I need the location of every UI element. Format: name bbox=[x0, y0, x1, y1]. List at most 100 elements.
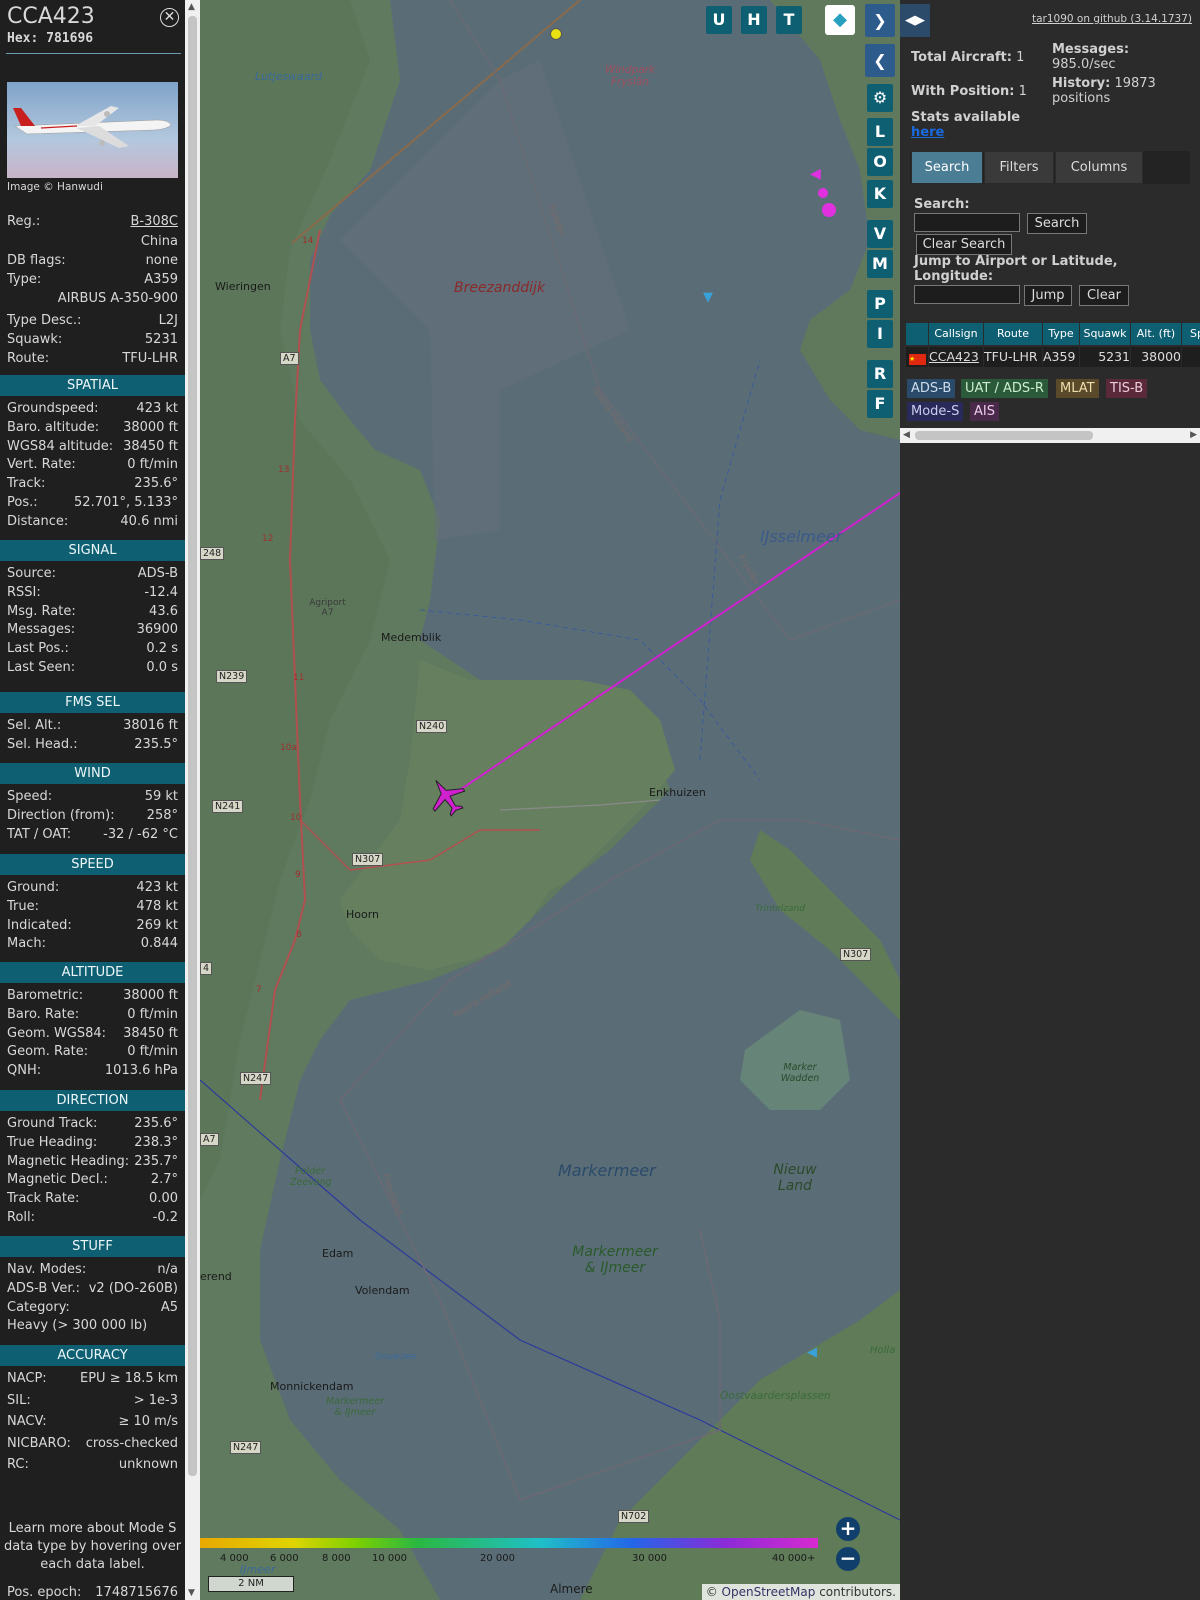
clear-button[interactable]: Clear bbox=[1079, 285, 1129, 306]
speed-row-true: True: 478 kt bbox=[7, 899, 178, 917]
section-header-altitude[interactable]: ALTITUDE bbox=[0, 962, 185, 983]
scrollbar-thumb[interactable] bbox=[915, 431, 1093, 440]
map-button-i[interactable]: I bbox=[867, 320, 893, 348]
section-header-spatial[interactable]: SPATIAL bbox=[0, 375, 185, 396]
pos-epoch-value: 1748715676 bbox=[95, 1585, 178, 1600]
detail-label: Type: bbox=[7, 272, 42, 287]
table-horizontal-scrollbar[interactable]: ◀ ▶ bbox=[900, 428, 1200, 443]
tab-search[interactable]: Search bbox=[911, 151, 983, 184]
field-value: v2 (DO-260B) bbox=[88, 1281, 178, 1296]
fms-row-sel-alt: Sel. Alt.: 38016 ft bbox=[7, 718, 178, 736]
column-header-route[interactable]: Route bbox=[984, 323, 1043, 345]
total-aircraft-value: 1 bbox=[1016, 50, 1025, 65]
map-button-h[interactable]: H bbox=[741, 6, 767, 34]
field-value: 40.6 nmi bbox=[120, 514, 178, 529]
map-button-u[interactable]: U bbox=[706, 6, 732, 34]
aircraft-marker-cca423[interactable] bbox=[425, 775, 469, 823]
aircraft-marker-magenta-2[interactable] bbox=[818, 188, 828, 198]
section-header-stuff[interactable]: STUFF bbox=[0, 1236, 185, 1257]
scroll-right-arrow-icon[interactable]: ▶ bbox=[1190, 430, 1197, 440]
field-value: 1013.6 hPa bbox=[104, 1063, 178, 1078]
scroll-down-arrow-icon[interactable]: ▼ bbox=[188, 1588, 195, 1598]
map-label-markermeer: Markermeer bbox=[558, 1161, 656, 1180]
registration-link[interactable]: B-308C bbox=[131, 214, 179, 232]
km-marker-7: 7 bbox=[256, 985, 262, 995]
layers-icon[interactable]: ◆ bbox=[825, 5, 855, 35]
aircraft-marker-magenta-3[interactable] bbox=[822, 203, 836, 217]
section-header-accuracy[interactable]: ACCURACY bbox=[0, 1345, 185, 1366]
map-label-almere: Almere bbox=[550, 1582, 593, 1596]
aircraft-marker-magenta[interactable]: ◀ bbox=[810, 166, 821, 182]
detail-label: Route: bbox=[7, 351, 50, 366]
expand-panel-button[interactable]: ❯ bbox=[865, 4, 895, 37]
map-button-k[interactable]: K bbox=[867, 180, 893, 208]
aircraft-photo[interactable] bbox=[7, 82, 178, 178]
section-header-wind[interactable]: WIND bbox=[0, 763, 185, 784]
map-button-l[interactable]: L bbox=[867, 118, 893, 146]
column-header-type[interactable]: Type bbox=[1043, 323, 1080, 345]
jump-input[interactable] bbox=[914, 285, 1020, 304]
toggle-sidebar-icon[interactable]: ◀▶ bbox=[900, 4, 930, 37]
column-header-callsign[interactable]: Callsign bbox=[929, 323, 984, 345]
aircraft-marker-blue-2[interactable]: ◀ bbox=[807, 1345, 817, 1360]
section-header-fms[interactable]: FMS SEL bbox=[0, 692, 185, 713]
tab-filters[interactable]: Filters bbox=[984, 151, 1054, 184]
map-button-v[interactable]: V bbox=[867, 220, 893, 248]
zoom-in-button[interactable]: + bbox=[836, 1517, 860, 1541]
field-label: WGS84 altitude: bbox=[7, 439, 114, 454]
aircraft-marker-blue[interactable]: ▼ bbox=[703, 290, 713, 305]
field-value: 235.6° bbox=[134, 476, 178, 491]
scrollbar-thumb[interactable] bbox=[188, 16, 197, 1476]
scroll-up-arrow-icon[interactable]: ▲ bbox=[188, 2, 195, 12]
map-button-o[interactable]: O bbox=[867, 148, 893, 176]
map-button-f[interactable]: F bbox=[867, 390, 893, 418]
clear-search-button[interactable]: Clear Search bbox=[916, 234, 1012, 255]
field-label: Category: bbox=[7, 1300, 70, 1315]
field-value: -0.2 bbox=[152, 1210, 178, 1225]
tab-columns[interactable]: Columns bbox=[1055, 151, 1143, 184]
stuff-row-category: Category: A5 bbox=[7, 1300, 178, 1318]
stats-link[interactable]: here bbox=[911, 125, 944, 140]
close-icon[interactable]: ✕ bbox=[160, 8, 179, 27]
altitude-legend-label: 8 000 bbox=[322, 1553, 351, 1564]
collapse-panel-button[interactable]: ❮ bbox=[865, 44, 895, 77]
map-label-erend: erend bbox=[200, 1270, 232, 1283]
scroll-left-arrow-icon[interactable]: ◀ bbox=[903, 430, 910, 440]
field-value: ADS-B bbox=[137, 566, 178, 581]
gear-icon[interactable]: ⚙ bbox=[867, 84, 893, 112]
map-button-m[interactable]: M bbox=[867, 250, 893, 278]
column-header-squawk[interactable]: Squawk bbox=[1080, 323, 1131, 345]
search-button[interactable]: Search bbox=[1027, 213, 1087, 234]
column-header-flag[interactable] bbox=[906, 323, 929, 345]
total-aircraft-label: Total Aircraft: bbox=[911, 50, 1012, 65]
road-shield-n239: N239 bbox=[216, 670, 248, 683]
map-label-volendam: Volendam bbox=[355, 1284, 410, 1297]
aircraft-marker-yellow[interactable] bbox=[550, 28, 562, 40]
openstreetmap-link[interactable]: OpenStreetMap bbox=[722, 1585, 816, 1599]
road-shield-4: 4 bbox=[200, 962, 213, 975]
section-header-direction[interactable]: DIRECTION bbox=[0, 1090, 185, 1111]
zoom-out-button[interactable]: − bbox=[836, 1547, 860, 1571]
section-header-signal[interactable]: SIGNAL bbox=[0, 540, 185, 561]
accuracy-row-nacv: NACV: ≥ 10 m/s bbox=[7, 1414, 178, 1432]
map-button-t[interactable]: T bbox=[776, 6, 802, 34]
github-link[interactable]: tar1090 on github (3.14.1737) bbox=[1032, 13, 1192, 25]
signal-row-last-pos: Last Pos.: 0.2 s bbox=[7, 641, 178, 659]
jump-button[interactable]: Jump bbox=[1024, 285, 1072, 306]
column-header-speed[interactable]: Sp bbox=[1182, 323, 1200, 345]
field-value: -12.4 bbox=[144, 585, 178, 600]
search-input[interactable] bbox=[914, 213, 1020, 232]
map[interactable]: Lutjeswaard Windpark Fryslân Fryslân Bre… bbox=[200, 0, 900, 1600]
row-callsign[interactable]: CCA423 bbox=[929, 347, 983, 367]
source-badge-mlat: MLAT bbox=[1056, 379, 1099, 398]
detail-value: A359 bbox=[144, 272, 178, 287]
info-panel-scrollbar[interactable]: ▲ ▼ bbox=[185, 0, 200, 1600]
map-button-p[interactable]: P bbox=[867, 290, 893, 318]
map-button-r[interactable]: R bbox=[867, 360, 893, 388]
section-header-speed[interactable]: SPEED bbox=[0, 854, 185, 875]
road-shield-n307-east: N307 bbox=[840, 948, 872, 961]
spatial-row-baro-altitude: Baro. altitude: 38000 ft bbox=[7, 420, 178, 438]
column-header-altitude[interactable]: Alt. (ft) bbox=[1131, 323, 1182, 345]
field-label: Direction (from): bbox=[7, 808, 115, 823]
detail-row-type-desc: Type Desc.: L2J bbox=[7, 313, 178, 331]
